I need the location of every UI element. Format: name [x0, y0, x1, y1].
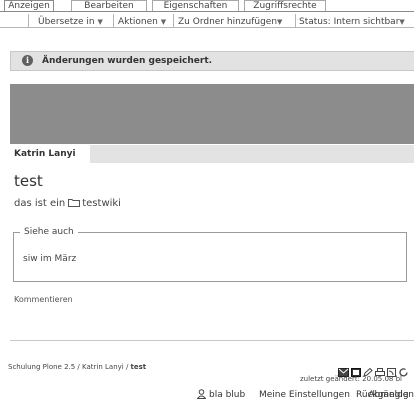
portal-message: i Änderungen wurden gespeichert. — [10, 51, 414, 71]
portal-message-text: Änderungen wurden gespeichert. — [42, 56, 213, 66]
description-text: das ist ein — [14, 198, 66, 209]
logout-link[interactable]: Abmelden — [368, 389, 414, 401]
user-icon — [196, 389, 207, 403]
tab-sharing-label: Zugriffsrechte — [253, 1, 317, 11]
email-icon[interactable] — [338, 362, 349, 377]
personal-bar: bla blub Meine Einstellungen Rückgängig … — [0, 386, 414, 402]
header-banner — [10, 84, 414, 144]
tab-view[interactable]: Anzeigen — [4, 0, 54, 11]
chevron-down-icon: ▼ — [160, 18, 167, 26]
chevron-down-icon: ▼ — [97, 18, 103, 26]
fullscreen-icon[interactable] — [351, 362, 361, 377]
folder-icon — [68, 198, 81, 207]
breadcrumb-item[interactable]: Katrin Lanyi — [82, 363, 124, 371]
comment-button[interactable]: Kommentieren — [14, 295, 73, 305]
pencil-icon[interactable] — [363, 362, 373, 377]
tab-edit[interactable]: Bearbeiten — [71, 0, 147, 11]
user-link[interactable]: bla blub — [209, 389, 245, 401]
breadcrumb-current: test — [130, 363, 147, 371]
chevron-down-icon: ▼ — [277, 18, 283, 26]
content-divider — [10, 340, 414, 341]
tab-properties[interactable]: Eigenschaften — [152, 0, 239, 11]
tab-sharing[interactable]: Zugriffsrechte — [244, 0, 326, 11]
refresh-icon[interactable] — [399, 362, 409, 377]
page-description: das ist ein testwiki — [14, 197, 121, 211]
translate-menu-label: Übersetze in — [38, 17, 95, 27]
actions-separator — [113, 14, 114, 28]
author-bar: Katrin Lanyi — [10, 145, 414, 163]
tab-edit-label: Bearbeiten — [84, 1, 134, 11]
add-to-folder-label: Zu Ordner hinzufügen — [178, 17, 278, 27]
content-tabs: Anzeigen Bearbeiten Eigenschaften Zugrif… — [0, 0, 414, 11]
actions-divider — [0, 27, 414, 28]
author-tab[interactable]: Katrin Lanyi — [10, 145, 90, 163]
breadcrumb: Schulung Plone 2.5 / Katrin Lanyi / test — [8, 363, 146, 372]
tab-view-label: Anzeigen — [8, 1, 50, 11]
breadcrumb-separator: / — [123, 363, 131, 371]
breadcrumb-item[interactable]: Schulung Plone 2.5 — [8, 363, 75, 371]
breadcrumb-separator: / — [75, 363, 83, 371]
actions-separator — [28, 14, 29, 28]
actions-separator — [173, 14, 174, 28]
chevron-down-icon: ▼ — [399, 18, 405, 26]
page-title: test — [14, 172, 43, 190]
actions-menu-label: Aktionen — [118, 17, 158, 27]
tab-properties-label: Eigenschaften — [163, 1, 228, 11]
info-icon: i — [22, 55, 33, 66]
settings-link[interactable]: Meine Einstellungen — [259, 389, 350, 401]
workflow-status-label: Status: Intern sichtbar — [299, 17, 400, 27]
see-also-link[interactable]: siw im März — [23, 253, 76, 265]
testwiki-link[interactable]: testwiki — [82, 198, 121, 209]
rss-icon[interactable] — [387, 362, 397, 377]
print-icon[interactable] — [375, 362, 385, 376]
see-also-legend: Siehe auch — [20, 226, 78, 238]
see-also-box: Siehe auch siw im März — [13, 226, 407, 282]
last-modified: zuletzt geändert: 20.05.08 bl — [300, 375, 402, 383]
actions-separator — [295, 14, 296, 28]
